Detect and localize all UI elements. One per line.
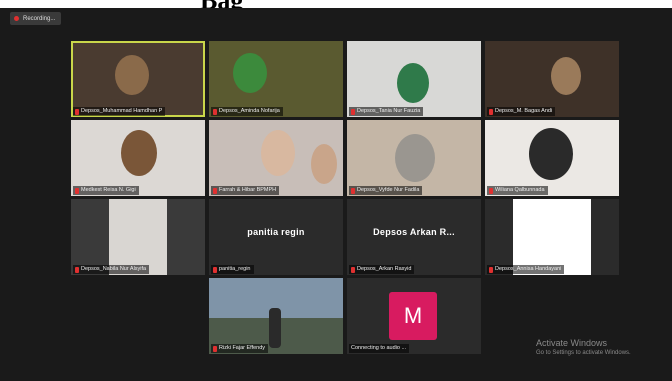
participant-video: [121, 130, 157, 176]
muted-mic-icon: [351, 108, 355, 115]
participant-display-name: panitia regin: [247, 227, 305, 237]
participant-tile[interactable]: Medkest Reisa N. Gigi: [71, 120, 205, 196]
muted-mic-icon: [213, 108, 217, 115]
meeting-window: Recording... Depsos_Muhammad Hamdhan P D…: [0, 8, 672, 381]
muted-mic-icon: [489, 266, 493, 273]
participant-video: [233, 53, 267, 93]
participant-display-name: Depsos Arkan R...: [373, 227, 455, 237]
muted-mic-icon: [75, 108, 79, 115]
muted-mic-icon: [213, 266, 217, 273]
participant-tile[interactable]: Depsos_Aminda Nofarija: [209, 41, 343, 117]
participant-tile[interactable]: Depsos_Muhammad Hamdhan P: [71, 41, 205, 117]
participant-video: [261, 130, 295, 176]
participant-name: panitia_regin: [219, 266, 251, 272]
participant-name: Connecting to audio ...: [351, 345, 407, 351]
muted-mic-icon: [351, 266, 355, 273]
muted-mic-icon: [351, 187, 355, 194]
participant-video: [395, 134, 435, 182]
participant-video: [109, 199, 167, 275]
muted-mic-icon: [213, 187, 217, 194]
participant-tile[interactable]: Wiliana Qalbunnada: [485, 120, 619, 196]
muted-mic-icon: [75, 266, 79, 273]
participant-video: [115, 55, 149, 95]
participant-video: [551, 57, 581, 95]
participant-tile[interactable]: Depsos Arkan R... Depsos_Arkan Rasyid: [347, 199, 481, 275]
participant-video: [529, 128, 573, 180]
participant-tile[interactable]: Depsos_Tania Nur Fauzia: [347, 41, 481, 117]
participant-name: Medkest Reisa N. Gigi: [81, 187, 136, 193]
recording-label: Recording...: [23, 15, 56, 22]
activate-windows-watermark: Activate Windows Go to Settings to activ…: [536, 338, 631, 356]
watermark-subtitle: Go to Settings to activate Windows.: [536, 350, 631, 356]
participant-tile[interactable]: Rizki Fajar Effendy: [209, 278, 343, 354]
muted-mic-icon: [75, 187, 79, 194]
participant-tile[interactable]: Depsos_Annisa Handayani: [485, 199, 619, 275]
participant-name: Depsos_Vyfde Nur Fadila: [357, 187, 420, 193]
participant-name: Wiliana Qalbunnada: [495, 187, 545, 193]
participant-video: [397, 63, 429, 103]
participant-name: Depsos_Annisa Handayani: [495, 266, 562, 272]
participant-tile[interactable]: Depsos_M. Bagas Andi: [485, 41, 619, 117]
recording-indicator[interactable]: Recording...: [10, 12, 62, 25]
participant-avatar: M: [389, 292, 437, 340]
participant-name: Depsos_Tania Nur Fauzia: [357, 108, 421, 114]
participant-name: Depsos_Aminda Nofarija: [219, 108, 280, 114]
participant-tile[interactable]: Depsos_Nabila Nur Alsyifa: [71, 199, 205, 275]
watermark-title: Activate Windows: [536, 338, 608, 348]
muted-mic-icon: [213, 345, 217, 352]
muted-mic-icon: [489, 187, 493, 194]
participant-name: Rizki Fajar Effendy: [219, 345, 266, 351]
muted-mic-icon: [489, 108, 493, 115]
participant-tile[interactable]: Depsos_Vyfde Nur Fadila: [347, 120, 481, 196]
participant-name: Depsos_Nabila Nur Alsyifa: [81, 266, 147, 272]
participant-name: Farrah & Hibar BPMPH: [219, 187, 277, 193]
record-dot-icon: [14, 16, 19, 21]
participant-name: Depsos_Muhammad Hamdhan P: [81, 108, 163, 114]
participant-video: [513, 199, 591, 275]
participant-name: Depsos_Arkan Rasyid: [357, 266, 412, 272]
participant-tile[interactable]: panitia regin panitia_regin: [209, 199, 343, 275]
participant-name: Depsos_M. Bagas Andi: [495, 108, 553, 114]
participant-tile[interactable]: Farrah & Hibar BPMPH: [209, 120, 343, 196]
participant-tile[interactable]: M Connecting to audio ...: [347, 278, 481, 354]
